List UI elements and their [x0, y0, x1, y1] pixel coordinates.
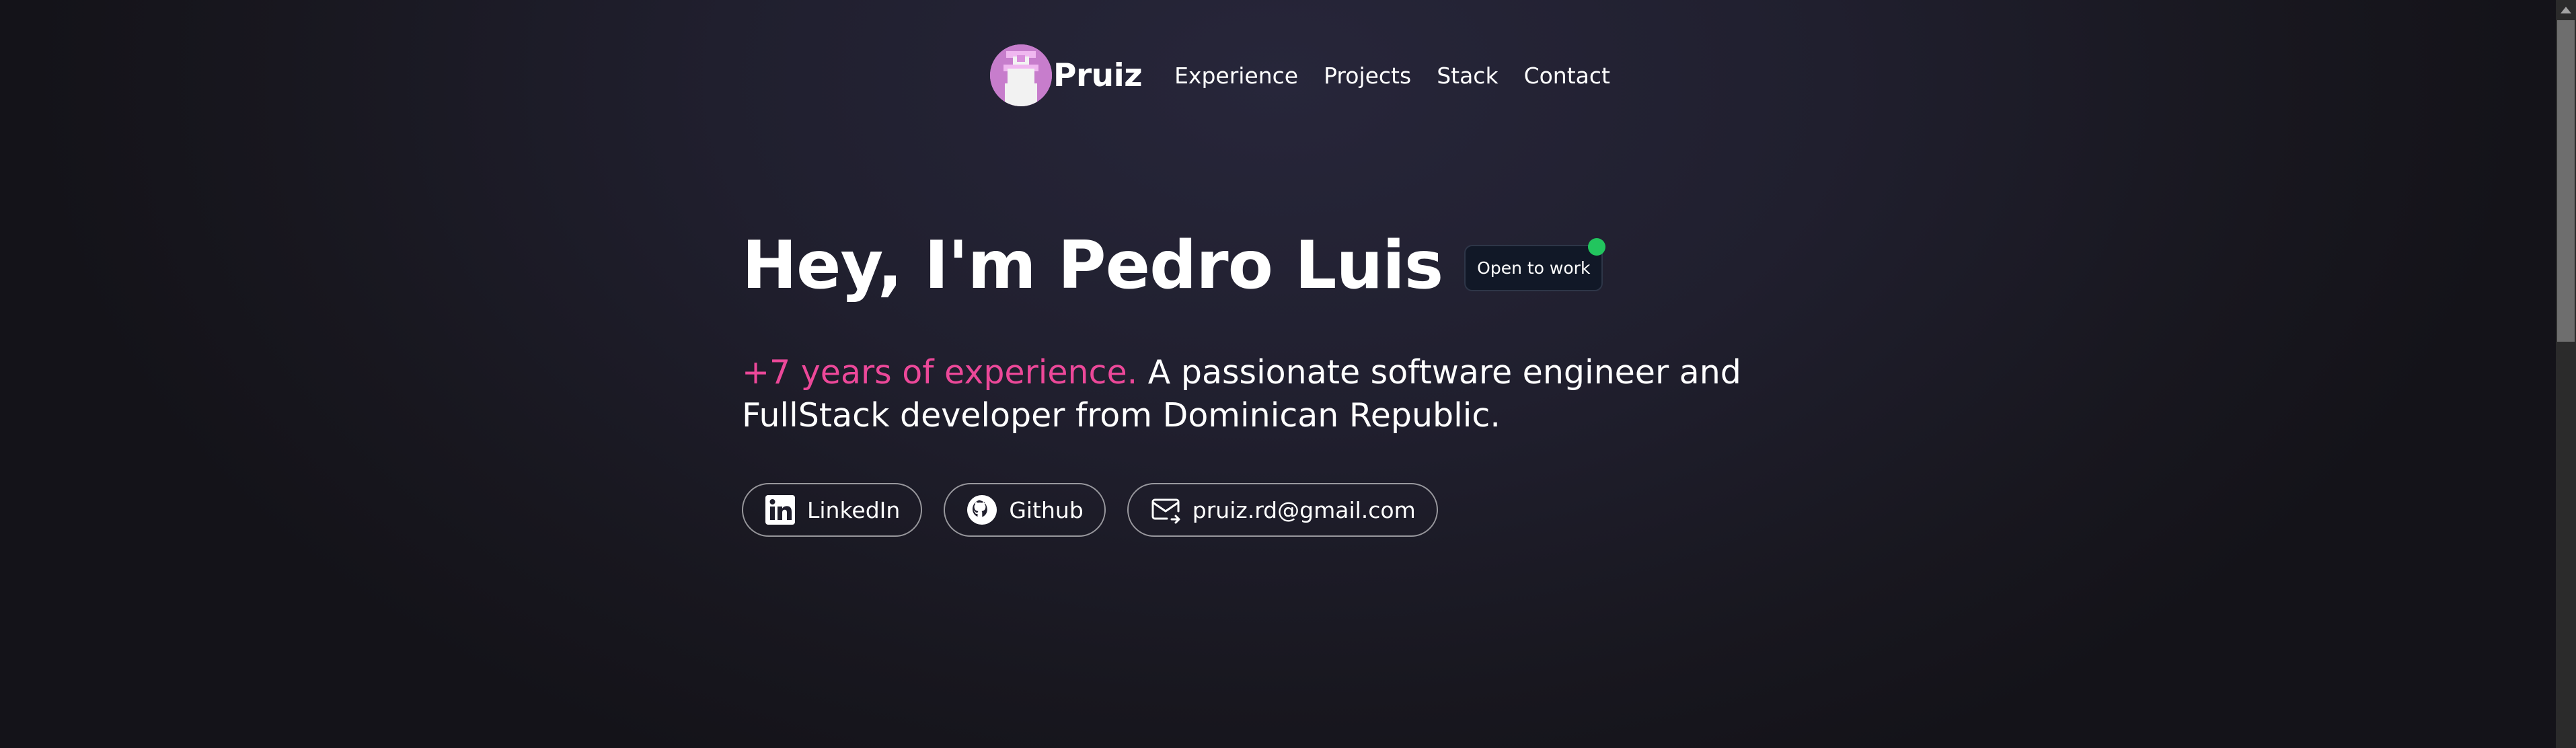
status-dot-icon	[1588, 237, 1606, 256]
avatar	[990, 44, 1052, 106]
hero-section: Hey, I'm Pedro Luis Open to work +7 year…	[742, 222, 1885, 537]
scroll-up-arrow-icon[interactable]	[2556, 0, 2576, 20]
nav-link-experience[interactable]: Experience	[1174, 63, 1298, 89]
email-label: pruiz.rd@gmail.com	[1192, 496, 1416, 523]
hero-title-row: Hey, I'm Pedro Luis Open to work	[742, 222, 1885, 309]
top-navigation: Pruiz Experience Projects Stack Contact	[990, 42, 1610, 109]
linkedin-label: LinkedIn	[807, 496, 901, 523]
nav-links: Experience Projects Stack Contact	[1174, 63, 1610, 89]
social-links: LinkedIn Github pruiz.rd@gmail.com	[742, 483, 1885, 537]
nav-link-projects[interactable]: Projects	[1324, 63, 1411, 89]
scrollbar-thumb[interactable]	[2557, 20, 2575, 342]
github-label: Github	[1009, 496, 1084, 523]
home-logo-link[interactable]: Pruiz	[990, 44, 1143, 106]
nav-link-stack[interactable]: Stack	[1437, 63, 1498, 89]
linkedin-icon	[764, 494, 796, 526]
intro-text: +7 years of experience. A passionate sof…	[742, 351, 1831, 437]
github-icon	[966, 494, 998, 526]
github-button[interactable]: Github	[944, 483, 1106, 537]
nav-link-contact[interactable]: Contact	[1524, 63, 1610, 89]
vertical-scrollbar[interactable]	[2556, 0, 2576, 748]
open-to-work-badge: Open to work	[1464, 237, 1606, 291]
brand-name: Pruiz	[1053, 57, 1143, 94]
mail-icon	[1149, 494, 1182, 526]
email-button[interactable]: pruiz.rd@gmail.com	[1127, 483, 1438, 537]
experience-highlight: +7 years of experience.	[742, 353, 1138, 391]
badge-label: Open to work	[1477, 258, 1591, 278]
page-title: Hey, I'm Pedro Luis	[742, 227, 1443, 304]
linkedin-button[interactable]: LinkedIn	[742, 483, 923, 537]
